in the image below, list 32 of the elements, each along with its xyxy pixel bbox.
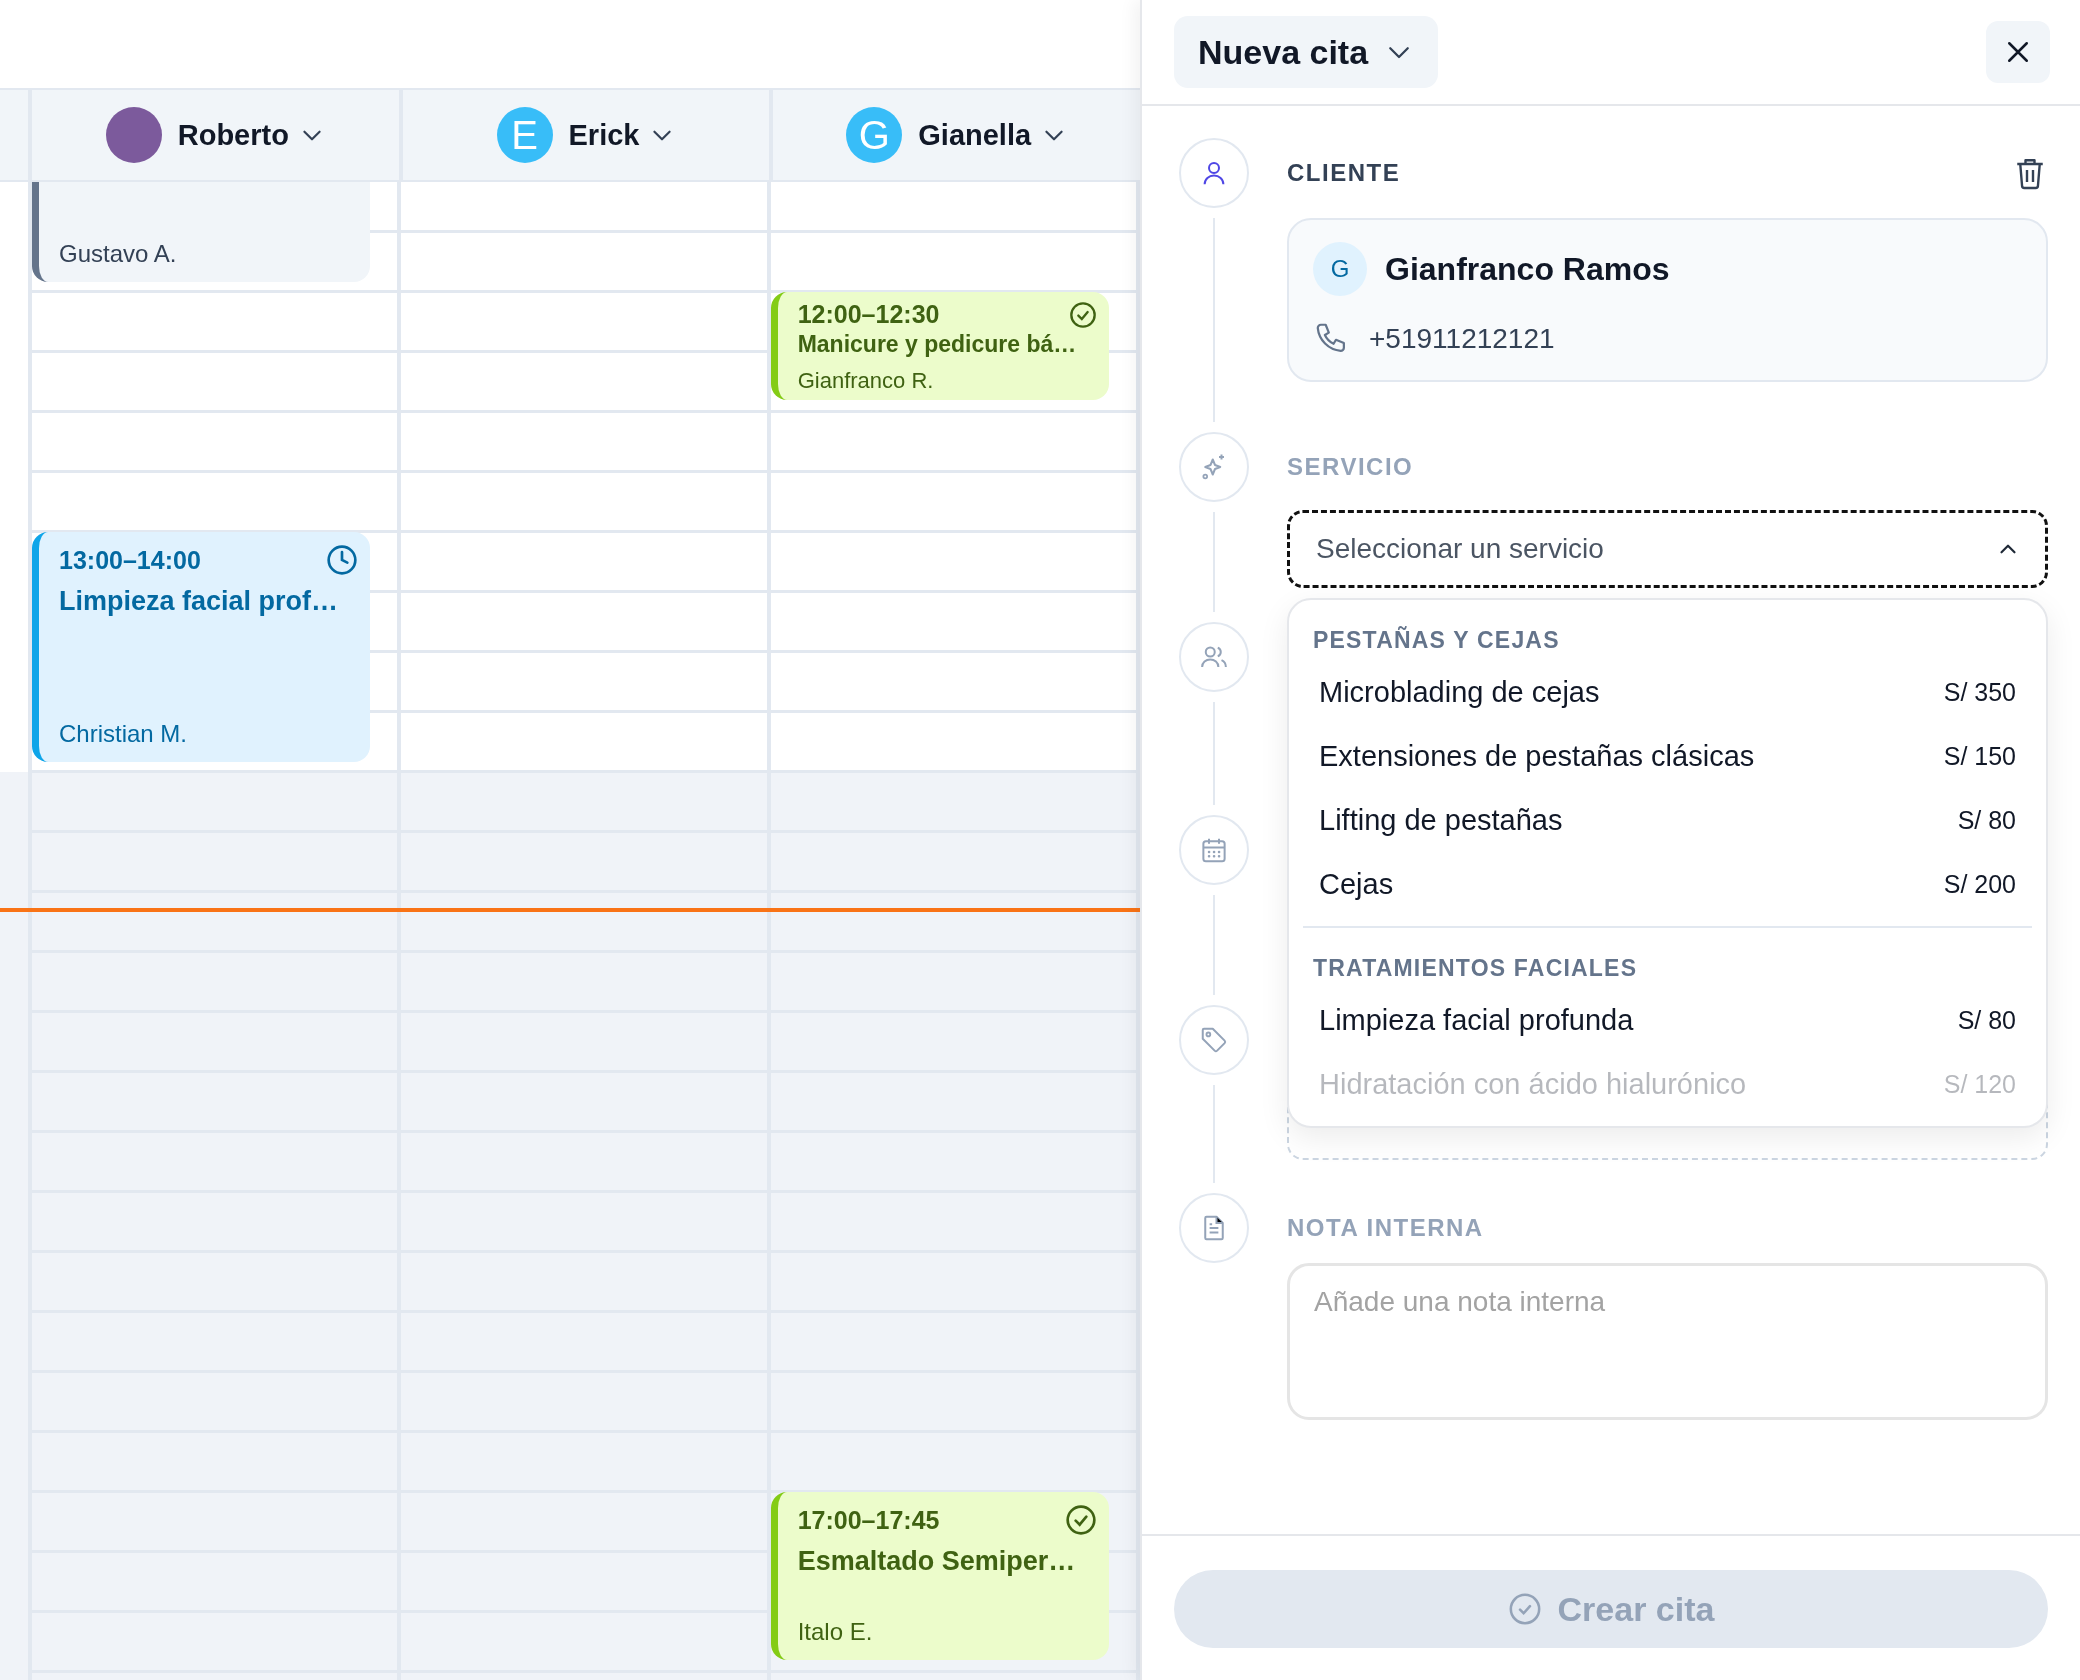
group-heading: TRATAMIENTOS FACIALES (1312, 954, 1639, 983)
section-label: NOTA INTERNA (1287, 1214, 1484, 1242)
service-price: S/ 350 (1943, 677, 2016, 707)
appointment-client: Christian M. (59, 720, 189, 748)
service-name: Lifting de pestañas (1319, 803, 1563, 837)
appointment-time: 13:00–14:00 (59, 545, 201, 575)
service-price: S/ 150 (1943, 741, 2016, 771)
group-heading: PESTAÑAS Y CEJAS (1312, 625, 1561, 655)
service-name: Hidratación con ácido hialurónico (1319, 1067, 1747, 1101)
service-price: S/ 80 (1957, 805, 2016, 835)
staff-avatar: G (846, 107, 903, 163)
appointment-time: 17:00–17:45 (797, 1505, 940, 1535)
service-name: Extensiones de pestañas clásicas (1319, 739, 1755, 773)
service-price: S/ 120 (1943, 1069, 2016, 1099)
client-avatar: G (1313, 242, 1367, 296)
section-label: CLIENTE (1287, 159, 1401, 187)
client-phone: +51911212121 (1369, 323, 1555, 355)
service-name: Limpieza facial profunda (1319, 1003, 1634, 1037)
appointment-time: 12:00–12:30 (797, 300, 940, 329)
staff-avatar: E (496, 107, 553, 163)
appointment-title: Limpieza facial prof… (59, 586, 339, 617)
client-name: Gianfranco Ramos (1385, 250, 1670, 288)
appointment-client: Gustavo A. (59, 240, 178, 268)
appointment-client: Italo E. (797, 1618, 874, 1646)
appointment-client: Gianfranco R. (797, 368, 935, 394)
section-label: SERVICIO (1287, 453, 1414, 481)
service-name: Cejas (1319, 867, 1394, 901)
appointment-title: Manicure y pedicure bá… (797, 331, 1077, 358)
service-price: S/ 200 (1943, 869, 2016, 899)
appointment-title: Esmaltado Semiper… (797, 1546, 1076, 1577)
service-price: S/ 80 (1957, 1005, 2016, 1035)
service-name: Microblading de cejas (1319, 675, 1600, 709)
